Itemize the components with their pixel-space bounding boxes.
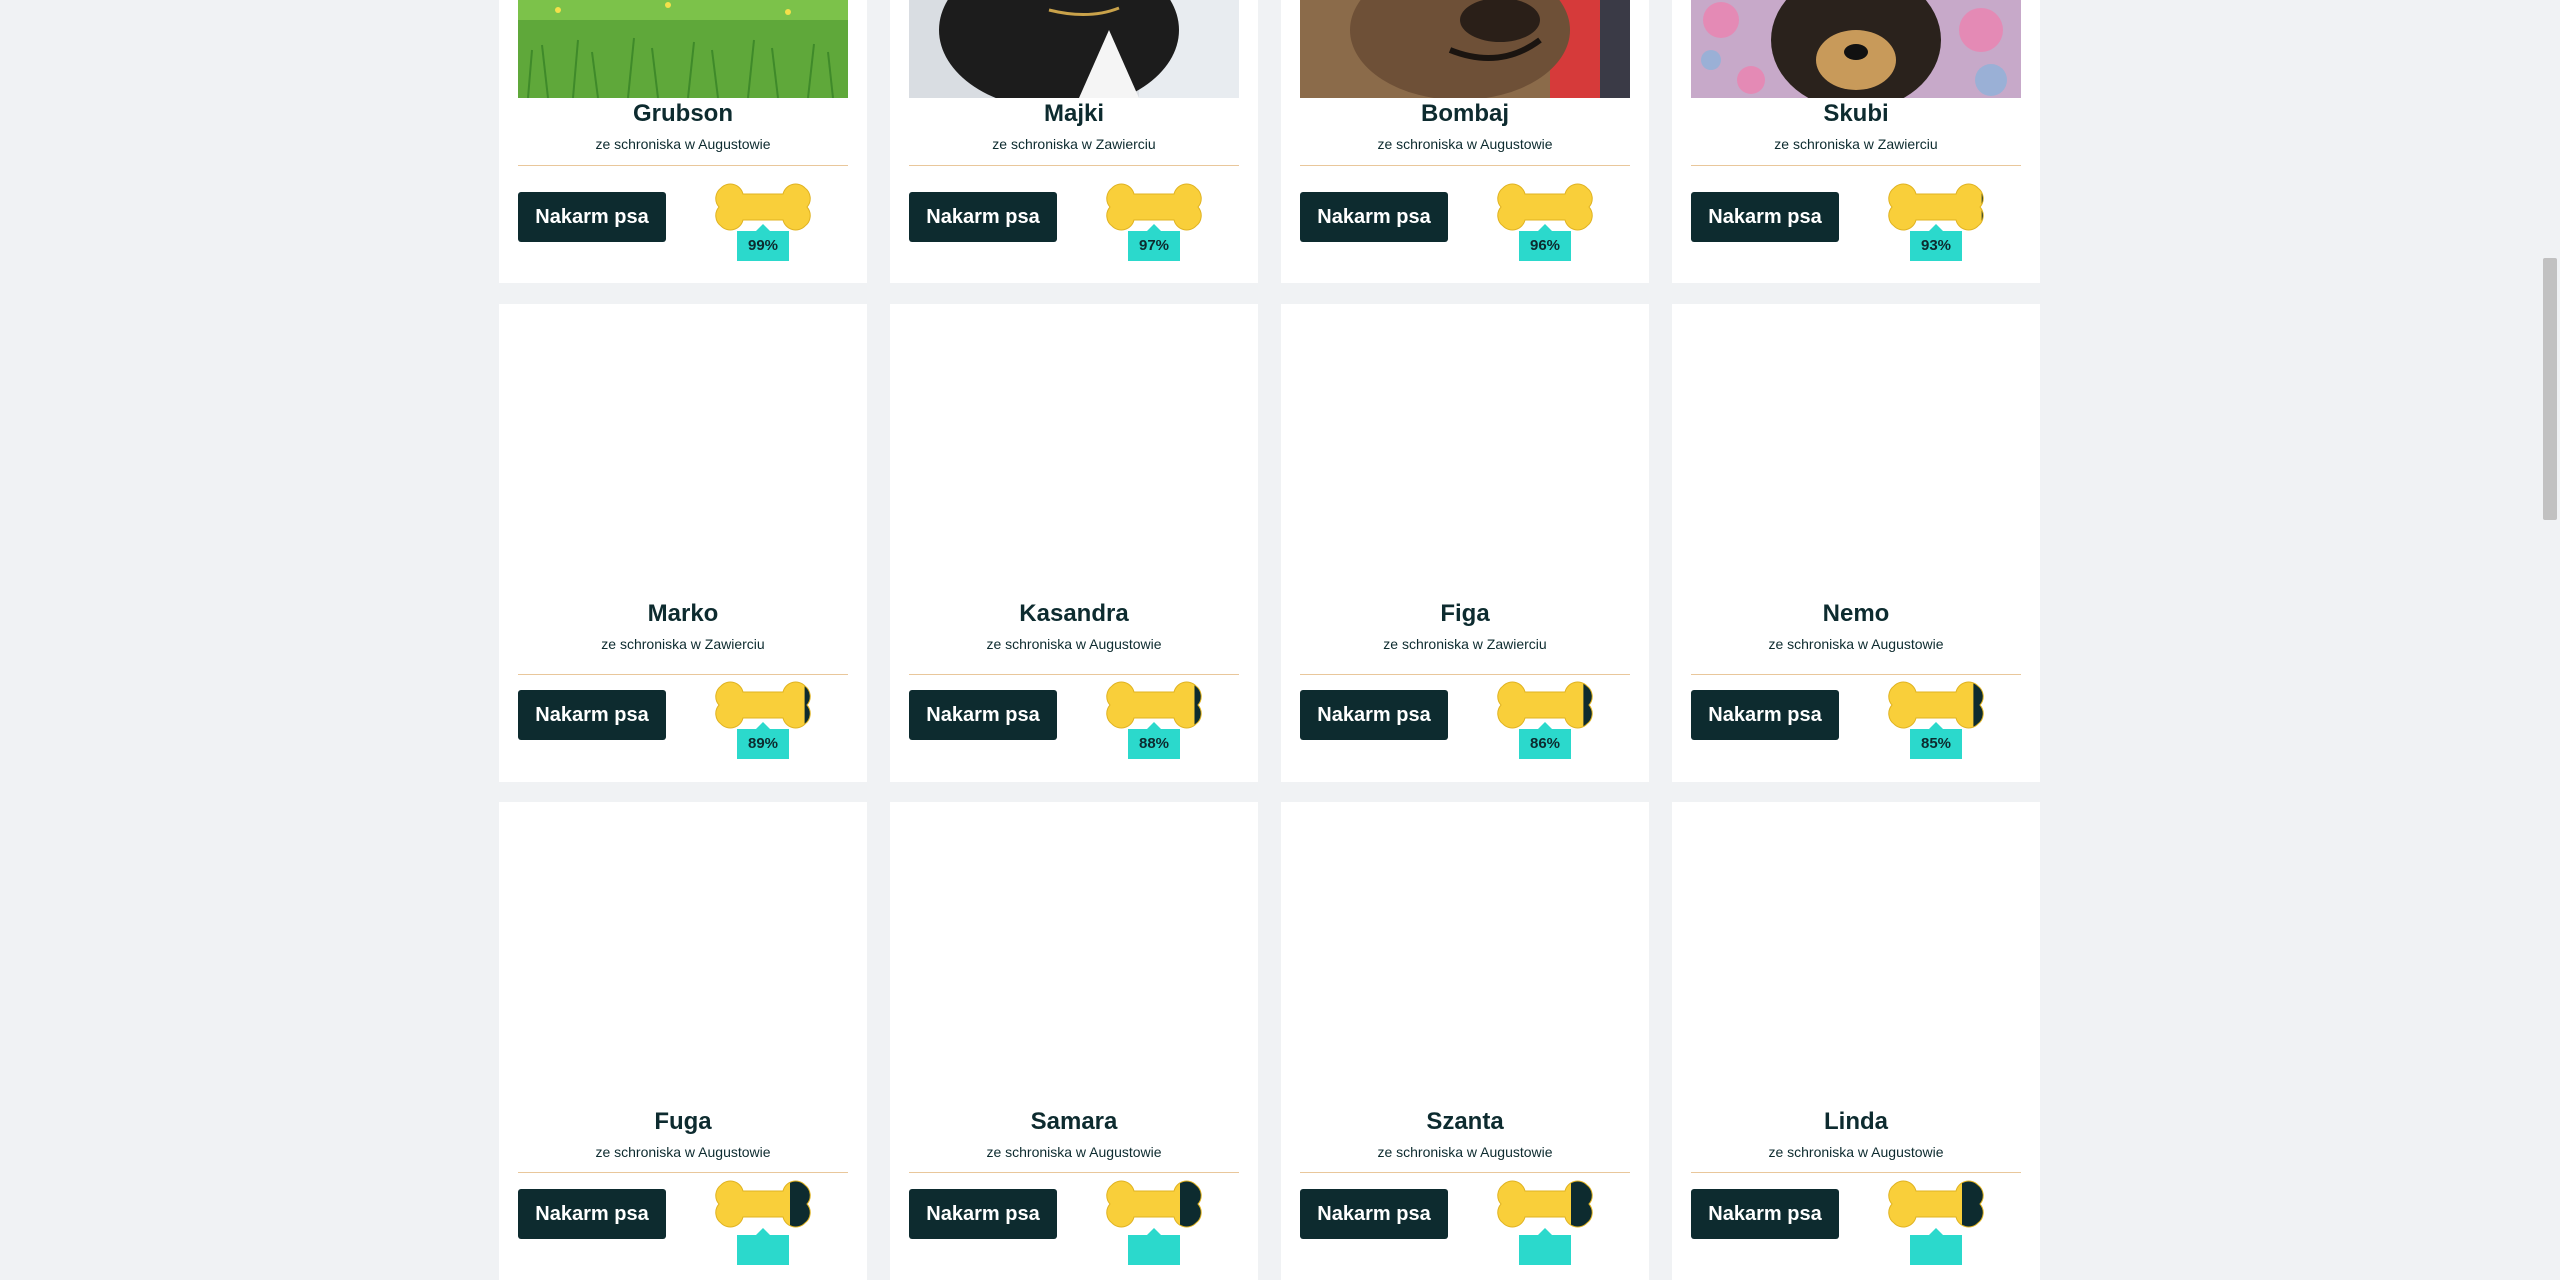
bone-icon <box>1497 1180 1593 1228</box>
feed-dog-button[interactable]: Nakarm psa <box>909 690 1057 740</box>
dog-shelter: ze schroniska w Zawierciu <box>992 136 1156 152</box>
dog-card: Grubson ze schroniska w Augustowie Nakar… <box>499 0 867 283</box>
bone-fill-portion <box>715 682 805 728</box>
dog-card: Marko ze schroniska w Zawierciu Nakarm p… <box>499 304 867 782</box>
feed-percent-badge <box>1128 1228 1180 1265</box>
card-divider <box>1691 1172 2021 1173</box>
dog-name: Bombaj <box>1420 100 1509 127</box>
dog-photo-brindle[interactable] <box>1300 0 1630 98</box>
dog-shelter: ze schroniska w Zawierciu <box>1774 136 1938 152</box>
dog-shelter: ze schroniska w Augustowie <box>1377 1144 1553 1160</box>
dog-card: Kasandra ze schroniska w Augustowie Naka… <box>890 304 1258 782</box>
card-divider <box>518 165 848 166</box>
card-divider <box>909 1172 1239 1173</box>
bone-meter <box>699 1177 827 1231</box>
dog-name: Grubson <box>633 100 733 127</box>
page: Grubson ze schroniska w Augustowie Nakar… <box>0 0 2560 1280</box>
dog-card: Bombaj ze schroniska w Augustowie Nakarm… <box>1281 0 1649 283</box>
bone-fill-portion <box>715 1181 790 1227</box>
feed-dog-button[interactable]: Nakarm psa <box>1691 192 1839 242</box>
dog-card: Skubi ze schroniska w Zawierciu Nakarm p… <box>1672 0 2040 283</box>
card-divider <box>518 674 848 675</box>
card-divider <box>909 674 1239 675</box>
feed-percent-badge: 89% <box>737 722 789 759</box>
bone-fill-portion <box>1106 682 1195 728</box>
dog-photo-grass[interactable] <box>518 0 848 98</box>
bone-fill-portion <box>1888 184 1982 230</box>
dog-name: Figa <box>1440 600 1490 627</box>
dog-card: Linda ze schroniska w Augustowie Nakarm … <box>1672 802 2040 1280</box>
dog-card: Samara ze schroniska w Augustowie Nakarm… <box>890 802 1258 1280</box>
bone-meter <box>1872 1177 2000 1231</box>
dog-name: Szanta <box>1426 1108 1504 1135</box>
feed-percent-badge <box>1910 1228 1962 1265</box>
dog-name: Samara <box>1030 1108 1118 1135</box>
dog-shelter: ze schroniska w Zawierciu <box>1383 636 1547 652</box>
dog-name: Nemo <box>1822 600 1890 627</box>
dog-shelter: ze schroniska w Augustowie <box>1377 136 1553 152</box>
bone-fill-portion <box>1888 1181 1962 1227</box>
feed-percent-badge <box>1519 1228 1571 1265</box>
card-divider <box>1300 165 1630 166</box>
feed-dog-button[interactable]: Nakarm psa <box>518 690 666 740</box>
dog-name: Marko <box>647 600 719 627</box>
feed-dog-button[interactable]: Nakarm psa <box>1300 192 1448 242</box>
dog-card: Nemo ze schroniska w Augustowie Nakarm p… <box>1672 304 2040 782</box>
dog-name: Majki <box>1043 100 1105 127</box>
scrollbar-thumb[interactable] <box>2543 258 2557 520</box>
feed-dog-button[interactable]: Nakarm psa <box>1691 1189 1839 1239</box>
dog-shelter: ze schroniska w Augustowie <box>986 636 1162 652</box>
feed-dog-button[interactable]: Nakarm psa <box>909 192 1057 242</box>
dog-photo-flowers[interactable] <box>1691 0 2021 98</box>
bone-meter <box>1481 1177 1609 1231</box>
dog-shelter: ze schroniska w Augustowie <box>1768 1144 1944 1160</box>
feed-dog-button[interactable]: Nakarm psa <box>518 1189 666 1239</box>
feed-percent-badge: 93% <box>1910 224 1962 261</box>
scrollbar-track[interactable] <box>2540 0 2560 1239</box>
card-divider <box>1300 674 1630 675</box>
bone-icon <box>1106 1180 1202 1228</box>
feed-dog-button[interactable]: Nakarm psa <box>909 1189 1057 1239</box>
feed-percent-badge: 97% <box>1128 224 1180 261</box>
dog-photo-black-white[interactable] <box>909 0 1239 98</box>
feed-percent-badge: 88% <box>1128 722 1180 759</box>
bone-icon <box>715 1180 811 1228</box>
card-divider <box>1691 674 2021 675</box>
bone-meter <box>1090 1177 1218 1231</box>
card-divider <box>909 165 1239 166</box>
dog-shelter: ze schroniska w Augustowie <box>1768 636 1944 652</box>
feed-dog-button[interactable]: Nakarm psa <box>1691 690 1839 740</box>
dog-shelter: ze schroniska w Augustowie <box>986 1144 1162 1160</box>
dog-shelter: ze schroniska w Augustowie <box>595 136 771 152</box>
dog-card: Figa ze schroniska w Zawierciu Nakarm ps… <box>1281 304 1649 782</box>
dog-card: Szanta ze schroniska w Augustowie Nakarm… <box>1281 802 1649 1280</box>
card-divider <box>1691 165 2021 166</box>
dog-card: Majki ze schroniska w Zawierciu Nakarm p… <box>890 0 1258 283</box>
feed-dog-button[interactable]: Nakarm psa <box>1300 690 1448 740</box>
feed-percent-badge: 85% <box>1910 722 1962 759</box>
feed-dog-button[interactable]: Nakarm psa <box>1300 1189 1448 1239</box>
card-divider <box>518 1172 848 1173</box>
bone-fill-portion <box>1497 1181 1571 1227</box>
card-divider <box>1300 1172 1630 1173</box>
feed-percent-badge: 99% <box>737 224 789 261</box>
dog-card: Fuga ze schroniska w Augustowie Nakarm p… <box>499 802 867 1280</box>
feed-percent-badge: 86% <box>1519 722 1571 759</box>
feed-dog-button[interactable]: Nakarm psa <box>518 192 666 242</box>
dog-name: Kasandra <box>1019 600 1129 627</box>
dog-name: Skubi <box>1823 100 1889 127</box>
feed-percent-badge <box>737 1228 789 1265</box>
feed-percent-badge: 96% <box>1519 224 1571 261</box>
dog-name: Fuga <box>654 1108 712 1135</box>
dog-name: Linda <box>1824 1108 1888 1135</box>
bone-icon <box>1888 1180 1984 1228</box>
bone-fill-portion <box>1888 682 1974 728</box>
dog-shelter: ze schroniska w Zawierciu <box>601 636 765 652</box>
dog-shelter: ze schroniska w Augustowie <box>595 1144 771 1160</box>
bone-fill-portion <box>1106 1181 1180 1227</box>
